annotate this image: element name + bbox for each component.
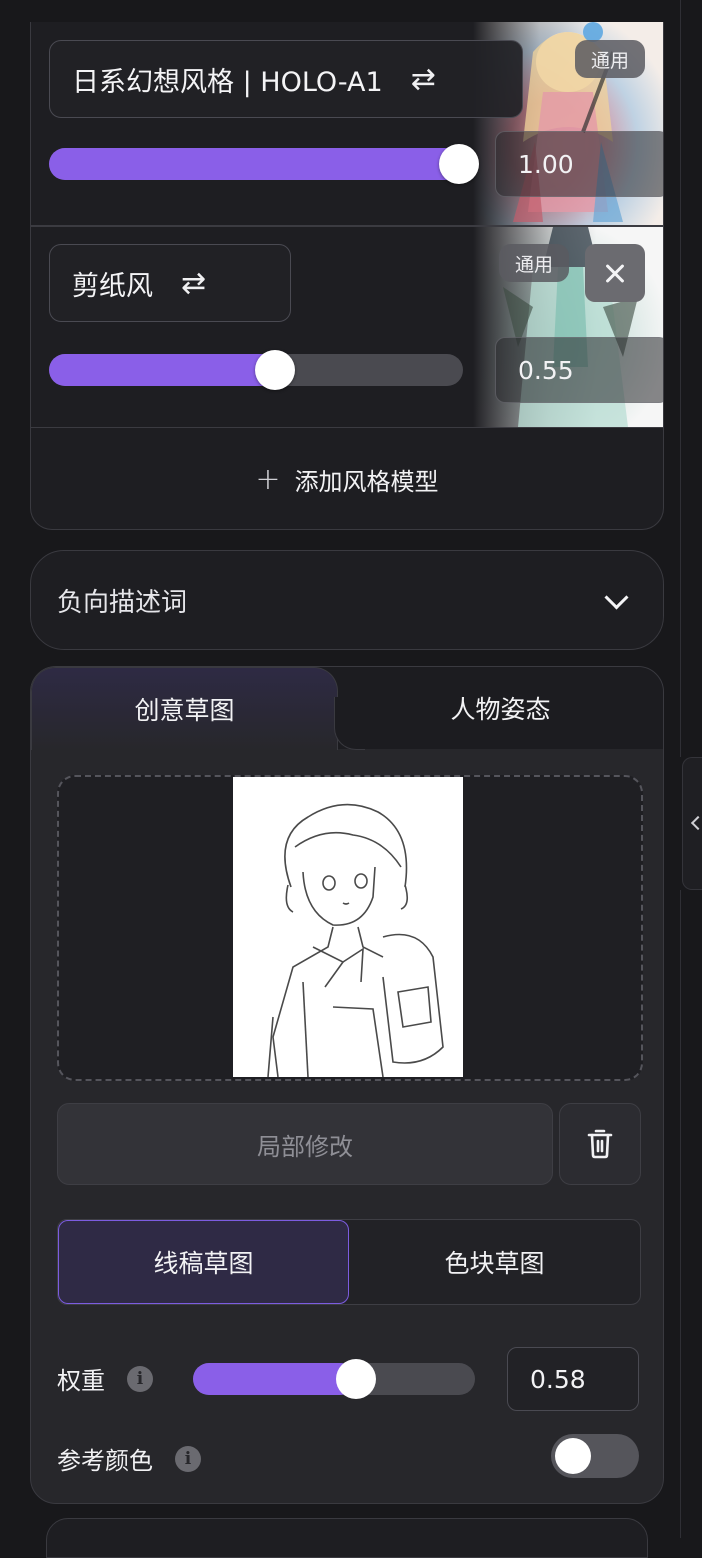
negative-prompt-label: 负向描述词	[57, 587, 188, 618]
add-style-model-button[interactable]: + 添加风格模型	[31, 428, 663, 529]
sketch-mode-selector: 线稿草图 色块草图	[57, 1219, 641, 1305]
slider-knob[interactable]	[254, 350, 295, 390]
delete-sketch-button[interactable]	[559, 1103, 641, 1185]
style-model-selector[interactable]: 日系幻想风格 | HOLO-A1 ⇄	[49, 40, 523, 118]
next-section-card	[46, 1518, 648, 1558]
swap-icon: ⇄	[410, 61, 436, 97]
style-weight-slider[interactable]	[49, 144, 479, 184]
style-model-name: 剪纸风	[72, 270, 153, 302]
tab-creative-sketch[interactable]: 创意草图	[31, 667, 338, 750]
style-tag: 通用	[498, 244, 569, 282]
style-weight-slider[interactable]	[49, 350, 463, 390]
slider-fill	[193, 1363, 356, 1395]
style-tag: 通用	[574, 40, 645, 78]
sketch-image	[233, 777, 463, 1078]
style-model-item: 日系幻想风格 | HOLO-A1 ⇄ 通用 1.00	[31, 22, 663, 225]
trash-icon	[587, 1129, 613, 1159]
reference-color-label: 参考颜色	[57, 1447, 153, 1475]
info-icon[interactable]: i	[175, 1445, 201, 1472]
sketch-panel: 创意草图 人物姿态 局部修改 线稿草图 色块草图 权重 i 0.58 参考颜色 …	[30, 666, 664, 1504]
plus-icon: +	[255, 461, 281, 497]
style-model-item: 剪纸风 ⇄ 通用 0.55	[31, 227, 663, 427]
style-weight-input[interactable]: 0.55	[495, 337, 663, 403]
style-weight-input[interactable]: 1.00	[495, 131, 663, 197]
slider-fill	[49, 148, 469, 180]
weight-input[interactable]: 0.58	[507, 1347, 639, 1411]
slider-fill	[49, 354, 285, 386]
remove-style-button[interactable]	[585, 244, 645, 302]
info-icon[interactable]: i	[127, 1365, 153, 1392]
swap-icon: ⇄	[181, 265, 207, 301]
tab-bar: 创意草图 人物姿态	[31, 667, 663, 750]
weight-row: 权重 i	[57, 1361, 153, 1396]
style-model-card: 日系幻想风格 | HOLO-A1 ⇄ 通用 1.00 剪纸风 ⇄ 通用 0.55…	[30, 22, 664, 530]
local-edit-button[interactable]: 局部修改	[57, 1103, 553, 1185]
panel-divider-lower	[680, 890, 681, 1538]
negative-prompt-toggle[interactable]: 负向描述词	[30, 550, 664, 650]
slider-knob[interactable]	[439, 144, 479, 184]
chevron-down-icon	[604, 585, 629, 610]
style-model-name: 日系幻想风格 | HOLO-A1	[72, 66, 383, 98]
weight-slider[interactable]	[193, 1359, 475, 1399]
sketch-upload-area[interactable]	[57, 775, 643, 1081]
panel-divider	[680, 0, 681, 757]
mode-line-sketch[interactable]: 线稿草图	[58, 1220, 349, 1304]
reference-color-row: 参考颜色 i	[57, 1441, 201, 1476]
tab-pose[interactable]: 人物姿态	[336, 667, 663, 749]
reference-color-toggle[interactable]	[551, 1434, 639, 1478]
chevron-left-icon	[690, 815, 702, 831]
style-model-selector[interactable]: 剪纸风 ⇄	[49, 244, 291, 322]
toggle-knob	[555, 1438, 591, 1474]
slider-knob[interactable]	[336, 1359, 376, 1399]
add-style-label: 添加风格模型	[294, 467, 439, 496]
collapse-panel-button[interactable]	[682, 757, 702, 890]
weight-label: 权重	[57, 1367, 105, 1395]
mode-color-block-sketch[interactable]: 色块草图	[349, 1220, 640, 1304]
